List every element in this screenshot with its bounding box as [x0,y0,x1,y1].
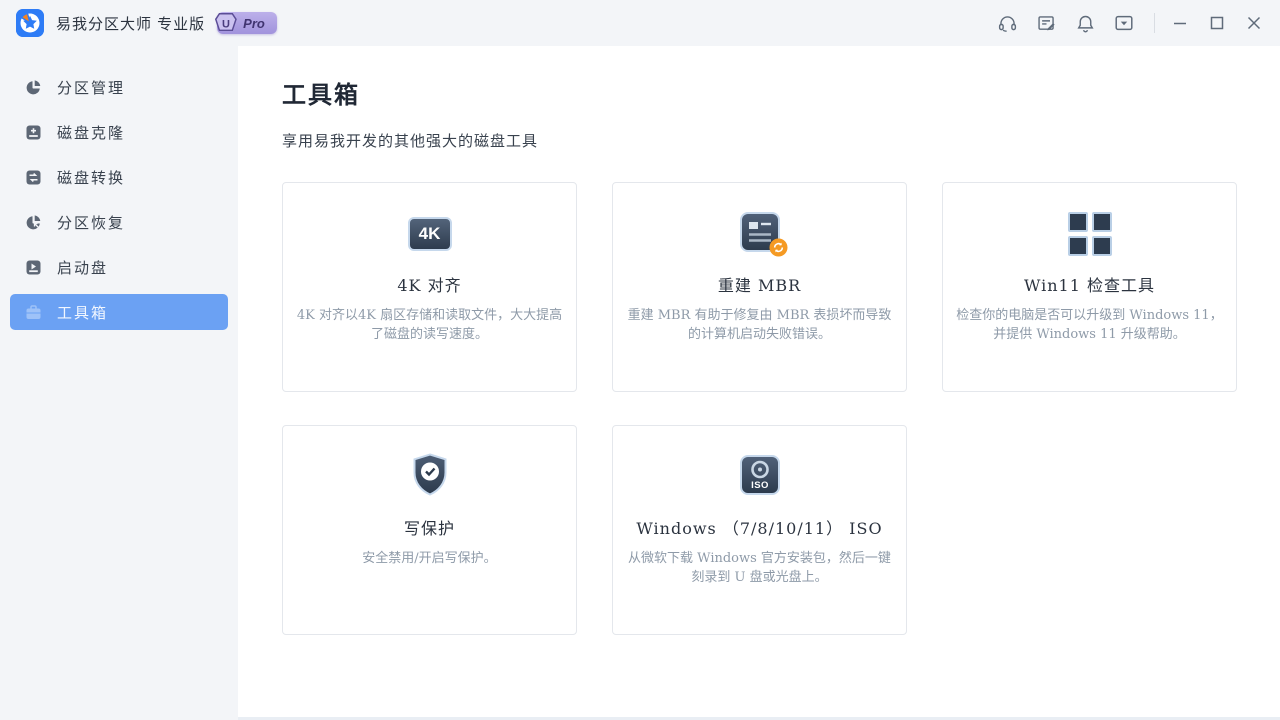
sidebar-item-disk-clone[interactable]: 磁盘克隆 [10,114,228,150]
support-headset-icon[interactable] [995,11,1019,35]
sidebar-item-label: 分区管理 [57,77,125,98]
pro-u-icon: U [213,11,239,35]
rebuild-mbr-icon [739,211,781,257]
sidebar-item-disk-convert[interactable]: 磁盘转换 [10,159,228,195]
notifications-bell-icon[interactable] [1073,11,1097,35]
titlebar: 易我分区大师 专业版 U Pro [0,0,1280,46]
refresh-badge-icon [769,238,788,261]
write-protection-shield-icon [409,452,451,502]
disk-clone-icon [25,124,42,141]
card-title: Windows （7/8/10/11） ISO [625,515,894,539]
titlebar-divider [1154,13,1155,33]
partition-recovery-icon [25,214,42,231]
menu-dropdown-icon[interactable] [1112,11,1136,35]
sidebar-item-partition-management[interactable]: 分区管理 [10,69,228,105]
svg-text:ISO: ISO [751,480,769,491]
card-description: 从微软下载 Windows 官方安装包，然后一键刻录到 U 盘或光盘上。 [625,549,894,587]
app-window: 易我分区大师 专业版 U Pro [0,0,1280,720]
sidebar-item-label: 磁盘克隆 [57,122,125,143]
sidebar-item-label: 分区恢复 [57,212,125,233]
sidebar-item-toolbox[interactable]: 工具箱 [10,294,228,330]
sidebar: 分区管理 磁盘克隆 [0,46,238,720]
app-title: 易我分区大师 专业版 [56,13,205,34]
windows-iso-icon: ISO [739,454,781,500]
card-description: 4K 对齐以4K 扇区存储和读取文件，大大提高了磁盘的读写速度。 [295,306,564,344]
minimize-button[interactable] [1168,11,1192,35]
svg-text:U: U [222,19,230,31]
sidebar-item-label: 工具箱 [57,302,108,323]
4k-align-icon: 4K [408,217,452,251]
page-title: 工具箱 [282,75,1280,110]
sidebar-item-partition-recovery[interactable]: 分区恢复 [10,204,228,240]
toolbox-icon [25,304,42,321]
win11-checker-icon [1068,212,1112,256]
card-write-protection[interactable]: 写保护 安全禁用/开启写保护。 [282,425,577,635]
card-description: 检查你的电脑是否可以升级到 Windows 11，并提供 Windows 11 … [955,306,1224,344]
boot-disk-icon [25,259,42,276]
card-description: 安全禁用/开启写保护。 [295,549,564,568]
page-subtitle: 享用易我开发的其他强大的磁盘工具 [282,130,1280,151]
card-win11-checker[interactable]: Win11 检查工具 检查你的电脑是否可以升级到 Windows 11，并提供 … [942,182,1237,392]
pro-badge-label: Pro [243,16,265,31]
card-title: 写保护 [295,515,564,539]
sidebar-item-boot-disk[interactable]: 启动盘 [10,249,228,285]
card-windows-iso[interactable]: ISO Windows （7/8/10/11） ISO 从微软下载 Window… [612,425,907,635]
app-logo-icon [16,9,44,37]
pie-chart-icon [25,79,42,96]
card-title: 重建 MBR [625,272,894,296]
sidebar-item-label: 磁盘转换 [57,167,125,188]
close-button[interactable] [1242,11,1266,35]
card-title: Win11 检查工具 [955,272,1224,296]
pro-badge: U Pro [217,12,277,34]
sidebar-item-label: 启动盘 [57,257,108,278]
card-description: 重建 MBR 有助于修复由 MBR 表损坏而导致的计算机启动失败错误。 [625,306,894,344]
card-rebuild-mbr[interactable]: 重建 MBR 重建 MBR 有助于修复由 MBR 表损坏而导致的计算机启动失败错… [612,182,907,392]
maximize-button[interactable] [1205,11,1229,35]
feedback-note-icon[interactable] [1034,11,1058,35]
card-4k-align[interactable]: 4K 4K 对齐 4K 对齐以4K 扇区存储和读取文件，大大提高了磁盘的读写速度… [282,182,577,392]
card-title: 4K 对齐 [295,272,564,296]
disk-convert-icon [25,169,42,186]
toolbox-page: 工具箱 享用易我开发的其他强大的磁盘工具 4K 4K 对齐 4K 对齐以4K 扇… [238,46,1280,720]
tool-cards-grid: 4K 4K 对齐 4K 对齐以4K 扇区存储和读取文件，大大提高了磁盘的读写速度… [282,182,1280,635]
